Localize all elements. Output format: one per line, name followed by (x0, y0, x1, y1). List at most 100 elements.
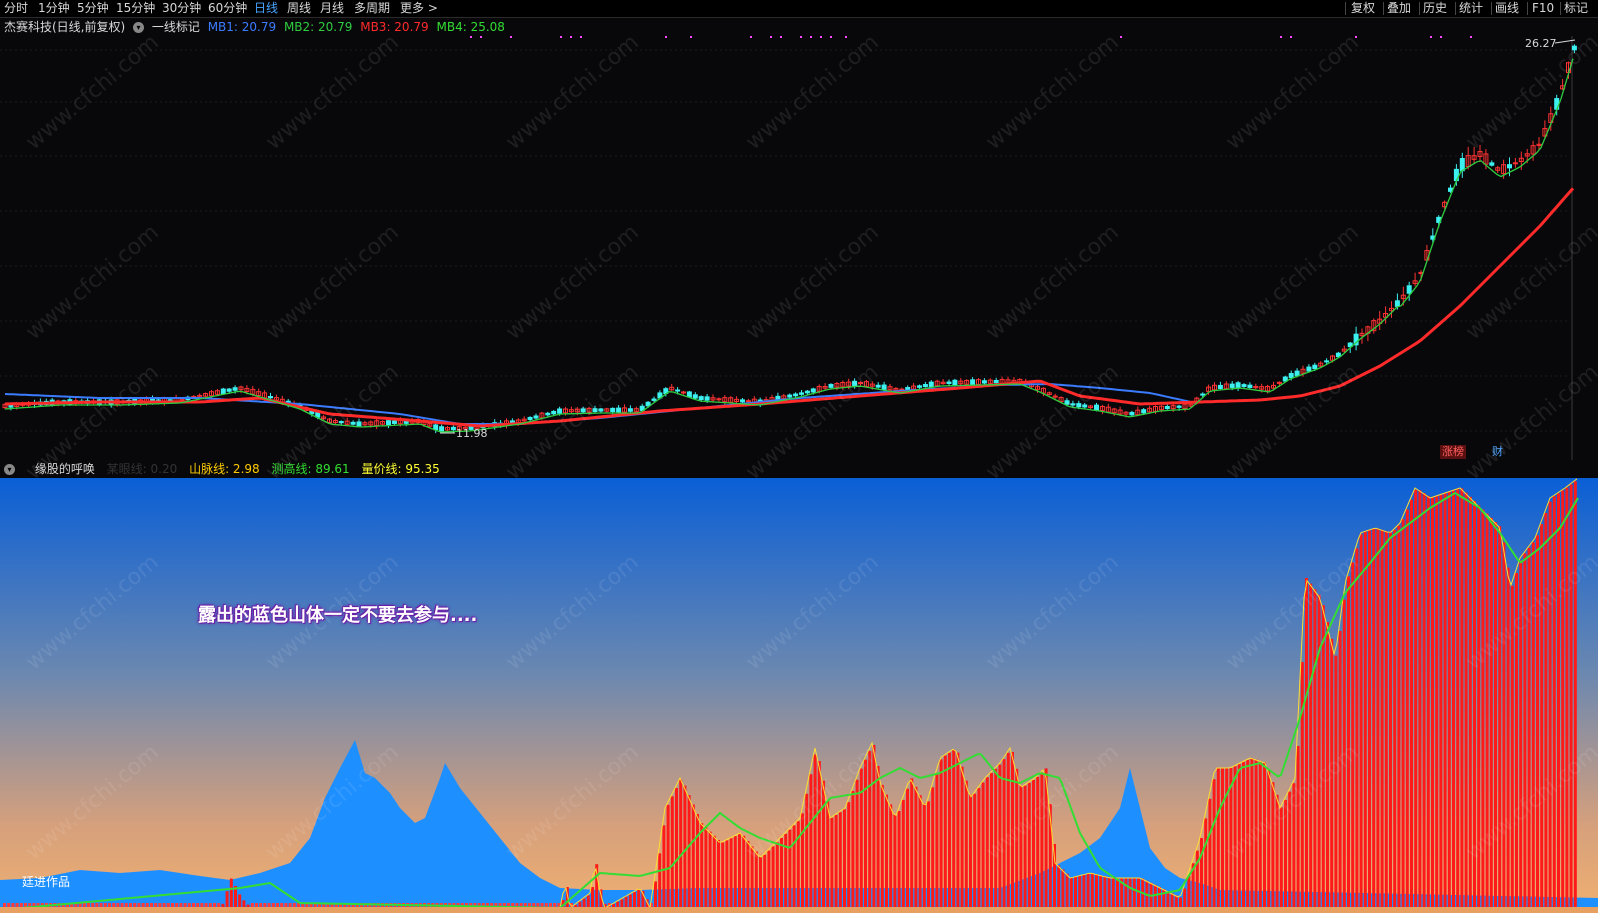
period-tab-monthly[interactable]: 月线 (320, 0, 344, 17)
period-tab-60min[interactable]: 60分钟 (208, 0, 247, 17)
volume-bar (1296, 746, 1300, 909)
volume-bar (1216, 768, 1220, 909)
signal-dot (820, 36, 822, 38)
toolbar-divider (1419, 2, 1420, 15)
volume-bar (717, 840, 720, 909)
volume-bar (1237, 764, 1241, 909)
tool-draw-button[interactable]: 画线 (1495, 0, 1519, 17)
candle-body (810, 388, 816, 393)
tool-history-button[interactable]: 历史 (1423, 0, 1447, 17)
candlestick-chart[interactable]: 26.27 11.98 (0, 36, 1598, 460)
period-tab-30min[interactable]: 30分钟 (162, 0, 201, 17)
volume-bar (628, 894, 632, 909)
volume-bar (1410, 499, 1413, 909)
volume-bar (225, 891, 229, 909)
volume-bar (918, 795, 922, 909)
period-tab-daily[interactable]: 日线 (254, 0, 278, 17)
candle (380, 420, 386, 426)
volume-bar (939, 759, 943, 909)
volume-bar (1540, 524, 1544, 909)
volume-bar (1221, 768, 1224, 909)
indicator-chart[interactable] (0, 478, 1598, 913)
period-tab-multi[interactable]: 多周期 (354, 0, 390, 17)
volume-bar (1032, 780, 1035, 909)
volume-bar (901, 799, 905, 909)
period-tab-more[interactable]: 更多 > (400, 0, 438, 17)
volume-bar (855, 779, 859, 909)
tool-stats-button[interactable]: 统计 (1459, 0, 1483, 17)
sub-indicator-name[interactable]: 缘股的呼唤 (35, 462, 95, 476)
candle (1471, 146, 1477, 165)
volume-bar (1552, 496, 1556, 909)
volume-bar (813, 754, 817, 909)
volume-bar (1376, 528, 1380, 909)
signal-dot (470, 36, 472, 38)
period-tab-fenshi[interactable]: 分时 (4, 0, 28, 17)
volume-bar (1317, 594, 1321, 909)
chevron-down-icon[interactable]: ▾ (133, 22, 145, 33)
volume-bar (830, 817, 834, 909)
volume-bar (922, 803, 926, 909)
volume-bar (637, 889, 641, 909)
volume-bar (885, 794, 888, 909)
indicator-name[interactable]: 一线标记 (152, 20, 200, 34)
sub-collapse-icon[interactable]: ▾ (4, 462, 23, 476)
period-tab-15min[interactable]: 15分钟 (116, 0, 155, 17)
signal-dot (510, 36, 512, 38)
volume-bar (826, 800, 830, 909)
tool-f10-button[interactable]: F10 (1532, 0, 1554, 17)
candle (592, 405, 598, 413)
volume-bar (801, 813, 804, 909)
candle (1477, 144, 1483, 162)
tool-mark-button[interactable]: 标记 (1564, 0, 1588, 17)
toolbar-divider (1345, 2, 1346, 15)
candle-body (799, 392, 804, 395)
candle (940, 379, 946, 385)
stock-title[interactable]: 杰赛科技(日线,前复权) (4, 20, 125, 34)
volume-bar (1414, 489, 1418, 909)
candle-body (1070, 403, 1076, 406)
candle (344, 417, 350, 426)
limit-up-badge[interactable]: 涨榜 (1440, 445, 1466, 459)
candle-body (698, 396, 704, 401)
candle (922, 381, 928, 388)
tool-fuquan-button[interactable]: 复权 (1351, 0, 1375, 17)
candle-body (1164, 405, 1170, 410)
volume-bar (1405, 509, 1409, 909)
volume-bar (1363, 531, 1367, 909)
candle-body (1176, 405, 1182, 408)
volume-bar (1468, 496, 1472, 909)
volume-bar (738, 834, 741, 909)
volume-bar (1107, 877, 1111, 909)
volume-bar (1103, 876, 1107, 909)
candle-body (881, 384, 887, 390)
volume-bar (1187, 875, 1191, 909)
volume-bar (1200, 838, 1203, 909)
candle (1353, 326, 1359, 351)
volume-bar (633, 892, 636, 909)
volume-bar (864, 759, 867, 909)
period-tab-weekly[interactable]: 周线 (287, 0, 311, 17)
volume-bar (767, 850, 771, 909)
volume-bar (893, 814, 897, 909)
volume-bar (1426, 495, 1430, 909)
period-tab-5min[interactable]: 5分钟 (77, 0, 109, 17)
volume-bar (687, 795, 691, 909)
tool-overlay-button[interactable]: 叠加 (1387, 0, 1411, 17)
candle-body (1129, 411, 1135, 416)
volume-bar (691, 804, 695, 909)
candle (1489, 160, 1495, 167)
volume-bar (948, 752, 951, 909)
candle-body (928, 381, 934, 388)
finance-badge[interactable]: 财 (1490, 445, 1505, 459)
period-tab-1min[interactable]: 1分钟 (38, 0, 70, 17)
volume-bar (662, 825, 666, 909)
high-price-label: 26.27 (1525, 37, 1557, 50)
volume-bar (859, 768, 863, 909)
volume-bar (876, 766, 880, 909)
volume-bar (1267, 769, 1271, 909)
mb3-value: MB3: 20.79 (360, 20, 429, 34)
volume-bar (1111, 878, 1115, 909)
candle (1412, 272, 1418, 287)
candle-body (1076, 403, 1082, 408)
